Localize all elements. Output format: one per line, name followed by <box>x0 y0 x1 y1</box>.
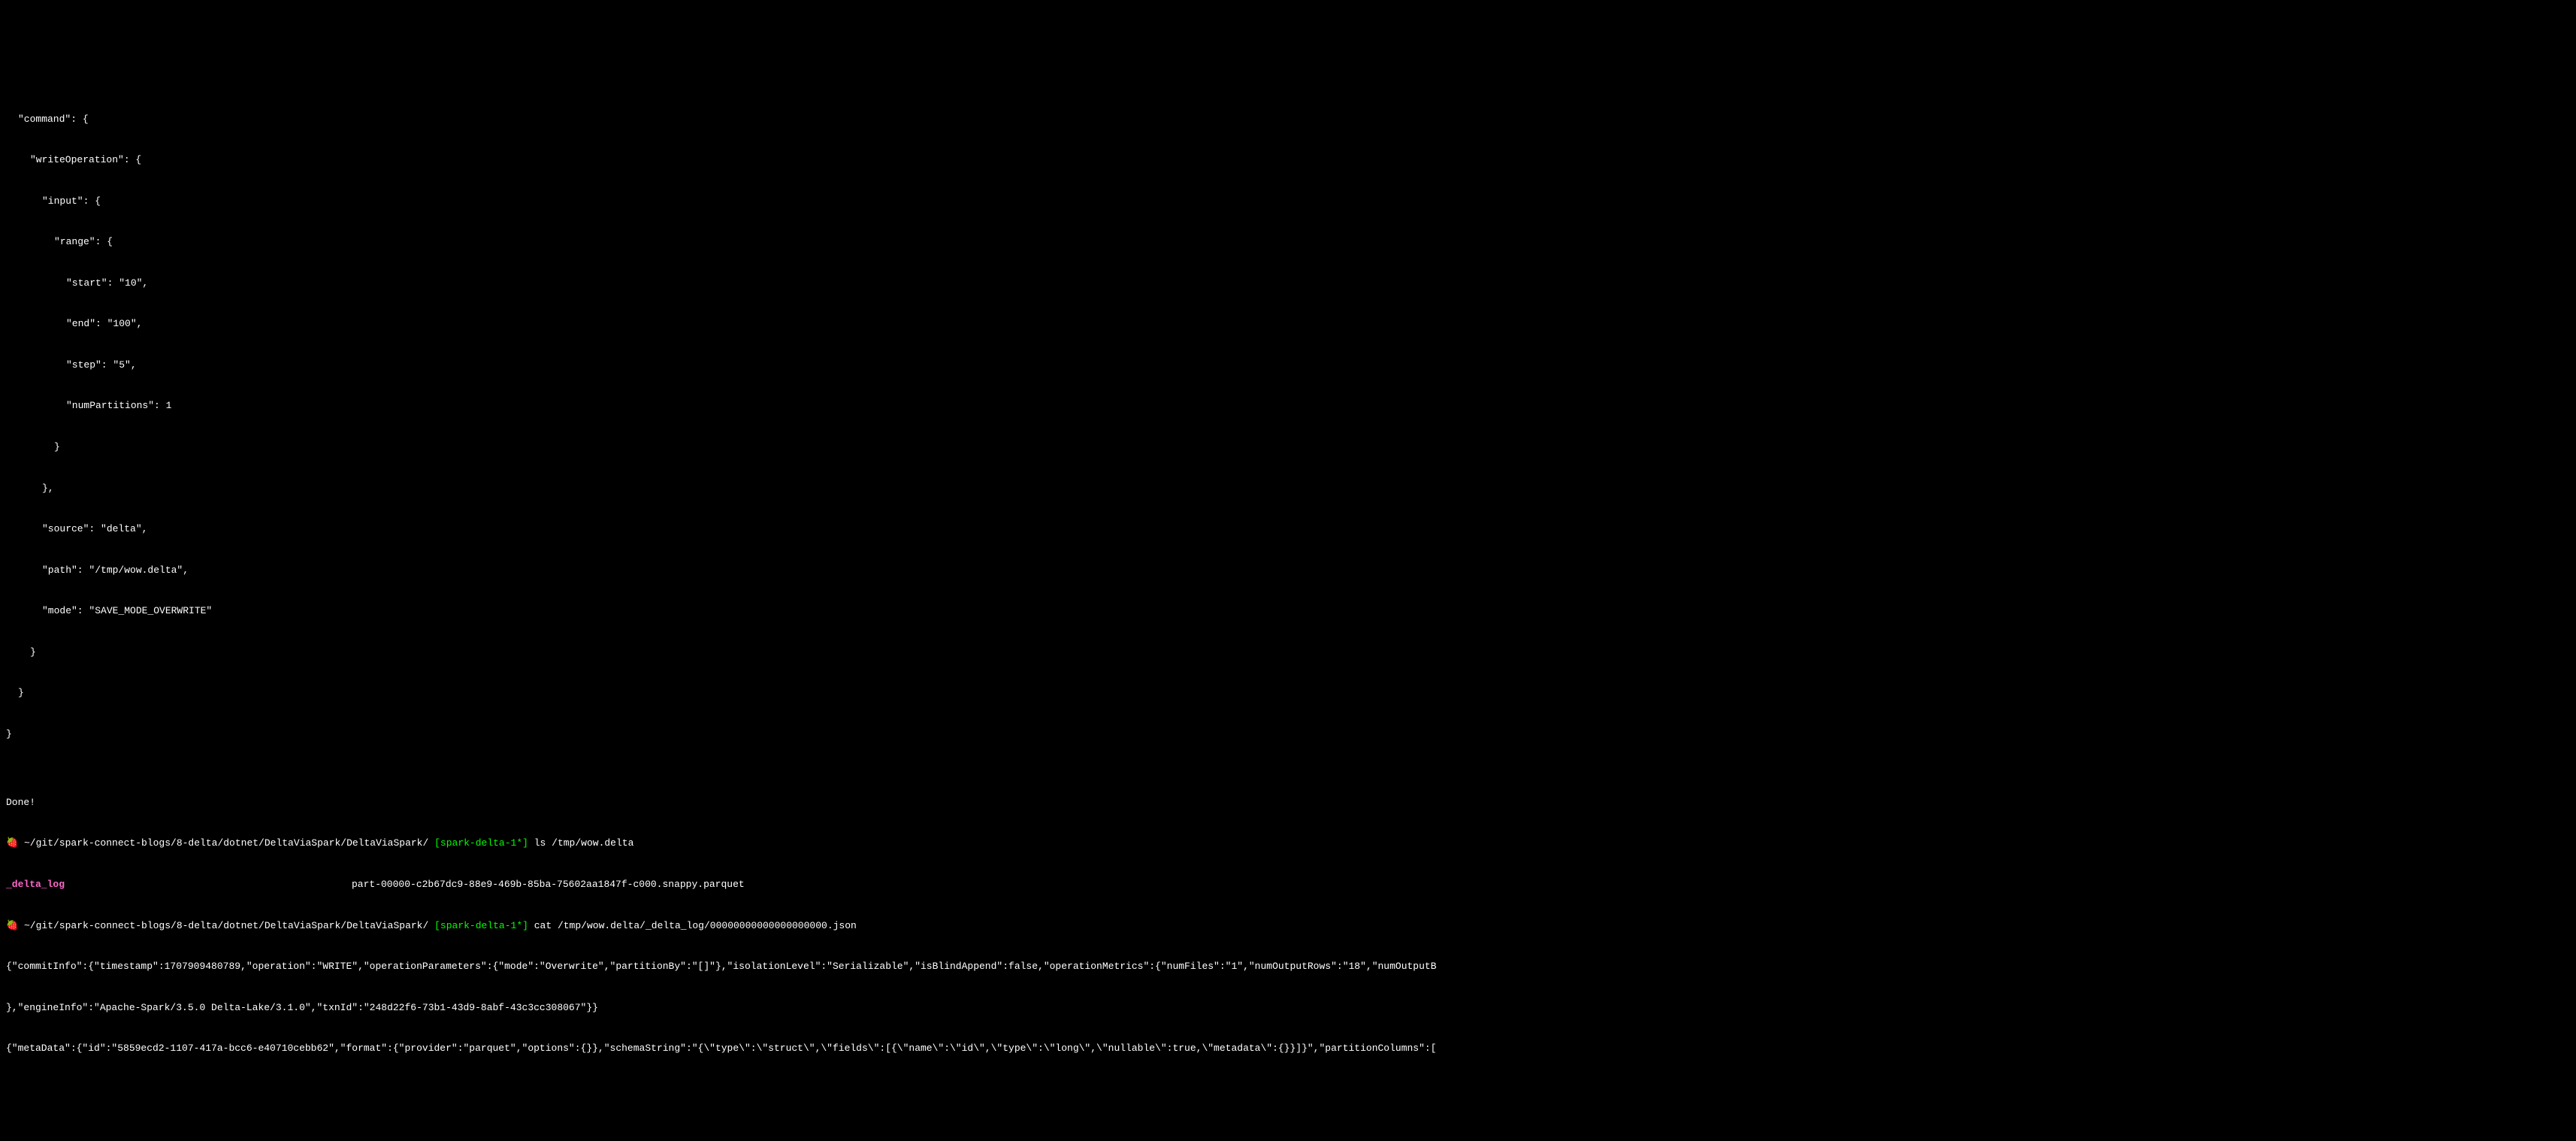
cat-output-line: {"commitInfo":{"timestamp":1707909480789… <box>6 960 2570 973</box>
prompt-space <box>18 919 24 933</box>
prompt-space <box>428 919 434 933</box>
json-line: "end": "100", <box>6 317 2570 331</box>
prompt-icon: 🍓 <box>6 919 18 933</box>
prompt-branch: [spark-delta-1*] <box>434 837 528 850</box>
prompt-icon: 🍓 <box>6 837 18 850</box>
prompt-branch: [spark-delta-1*] <box>434 919 528 933</box>
prompt-line-2[interactable]: 🍓 ~/git/spark-connect-blogs/8-delta/dotn… <box>6 919 2570 933</box>
json-line: }, <box>6 482 2570 495</box>
command-text: cat /tmp/wow.delta/_delta_log/0000000000… <box>534 919 857 933</box>
json-line: } <box>6 440 2570 454</box>
json-block: "command": { "writeOperation": { "input"… <box>6 85 2570 768</box>
json-line: "command": { <box>6 113 2570 126</box>
directory-name: _delta_log <box>6 878 352 891</box>
json-line: } <box>6 728 2570 741</box>
json-line: } <box>6 686 2570 700</box>
prompt-path: ~/git/spark-connect-blogs/8-delta/dotnet… <box>24 837 428 850</box>
json-line: "writeOperation": { <box>6 153 2570 167</box>
command-text: ls /tmp/wow.delta <box>534 837 634 850</box>
prompt-path: ~/git/spark-connect-blogs/8-delta/dotnet… <box>24 919 428 933</box>
json-line: "path": "/tmp/wow.delta", <box>6 564 2570 577</box>
prompt-space <box>428 837 434 850</box>
prompt-space <box>528 919 534 933</box>
json-line: "start": "10", <box>6 277 2570 290</box>
json-line: "mode": "SAVE_MODE_OVERWRITE" <box>6 604 2570 618</box>
terminal-output: "command": { "writeOperation": { "input"… <box>6 58 2570 1070</box>
json-line: } <box>6 646 2570 659</box>
prompt-space <box>528 837 534 850</box>
prompt-line-1[interactable]: 🍓 ~/git/spark-connect-blogs/8-delta/dotn… <box>6 837 2570 850</box>
json-line: "input": { <box>6 195 2570 208</box>
done-message: Done! <box>6 796 2570 810</box>
cat-output-line: },"engineInfo":"Apache-Spark/3.5.0 Delta… <box>6 1001 2570 1015</box>
prompt-space <box>18 837 24 850</box>
json-line: "numPartitions": 1 <box>6 399 2570 413</box>
file-name: part-00000-c2b67dc9-88e9-469b-85ba-75602… <box>352 878 745 891</box>
json-line: "source": "delta", <box>6 522 2570 536</box>
cat-output-line: {"metaData":{"id":"5859ecd2-1107-417a-bc… <box>6 1042 2570 1055</box>
json-line: "step": "5", <box>6 359 2570 372</box>
json-line: "range": { <box>6 235 2570 249</box>
ls-output: _delta_log part-00000-c2b67dc9-88e9-469b… <box>6 878 2570 891</box>
